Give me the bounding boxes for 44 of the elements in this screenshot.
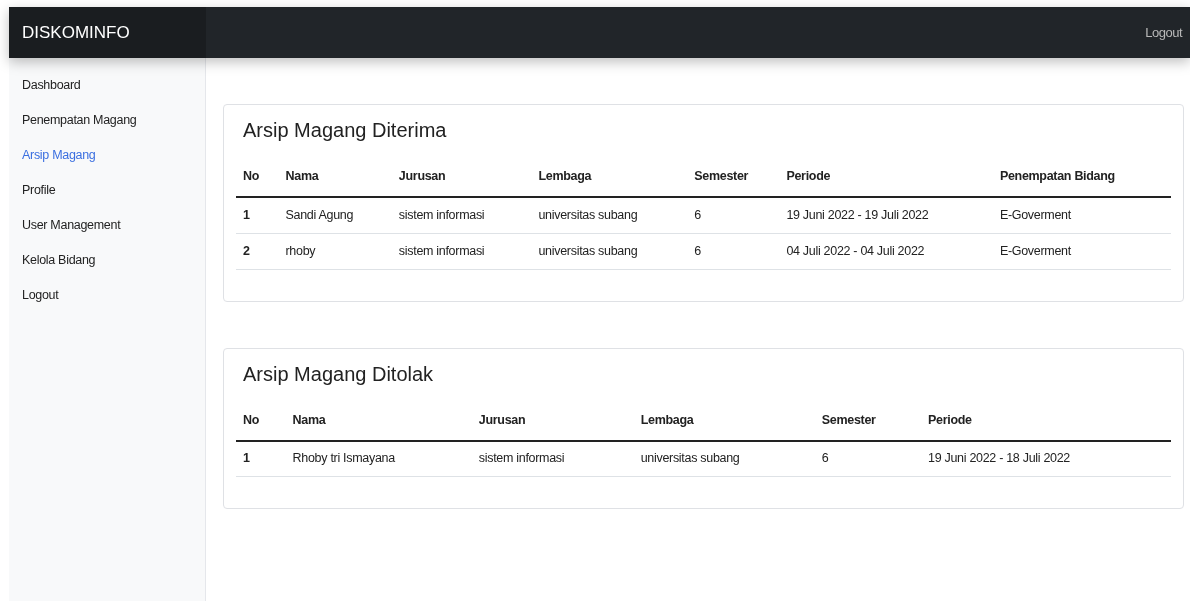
table-cell: sistem informasi	[471, 440, 634, 477]
table-cell: 04 Juli 2022 - 04 Juli 2022	[779, 233, 993, 269]
table-cell: 1	[236, 197, 279, 233]
table-cell: Rhoby tri Ismayana	[285, 440, 472, 477]
table-cell: universitas subang	[531, 233, 688, 269]
table-cell: 6	[814, 440, 921, 477]
column-header: Jurusan	[471, 410, 634, 441]
table-cell: universitas subang	[531, 197, 688, 233]
column-header: Semester	[814, 410, 921, 441]
column-header: Lembaga	[531, 167, 688, 197]
sidebar-item[interactable]: Kelola Bidang	[9, 250, 205, 285]
logout-link[interactable]: Logout	[1145, 22, 1190, 43]
table-cell: E-Goverment	[992, 233, 1171, 269]
table-cell: 19 Juni 2022 - 19 Juli 2022	[779, 197, 993, 233]
column-header: Lembaga	[633, 410, 815, 441]
column-header: No	[236, 167, 279, 197]
sidebar-item[interactable]: Arsip Magang	[9, 145, 205, 180]
table-cell: rhoby	[278, 233, 392, 269]
column-header: Nama	[278, 167, 392, 197]
column-header: Nama	[285, 410, 472, 441]
table-cell: 6	[687, 197, 780, 233]
column-header: Semester	[687, 167, 780, 197]
column-header: Periode	[779, 167, 993, 197]
column-header: No	[236, 410, 286, 441]
card-title: Arsip Magang Diterima	[242, 118, 448, 143]
column-header: Penempatan Bidang	[992, 167, 1171, 197]
card-title: Arsip Magang Ditolak	[242, 361, 435, 387]
table-cell: 2	[236, 233, 279, 269]
table-cell: sistem informasi	[391, 197, 532, 233]
sidebar-item[interactable]: Dashboard	[9, 75, 205, 110]
column-header: Jurusan	[391, 167, 532, 197]
table-cell: universitas subang	[633, 440, 815, 477]
table-cell: E-Goverment	[992, 197, 1171, 233]
sidebar-item[interactable]: Profile	[9, 180, 205, 215]
sidebar-item[interactable]: User Management	[9, 215, 205, 250]
brand-logo[interactable]: DISKOMINFO	[9, 7, 206, 58]
table-cell: Sandi Agung	[278, 197, 392, 233]
table-cell: 6	[687, 233, 780, 269]
table-cell: 19 Juni 2022 - 18 Juli 2022	[921, 440, 1171, 477]
table-cell: sistem informasi	[391, 233, 532, 269]
sidebar-item[interactable]: Logout	[9, 285, 205, 320]
table-cell: 1	[236, 440, 286, 477]
column-header: Periode	[921, 410, 1171, 441]
sidebar-item[interactable]: Penempatan Magang	[9, 110, 205, 145]
